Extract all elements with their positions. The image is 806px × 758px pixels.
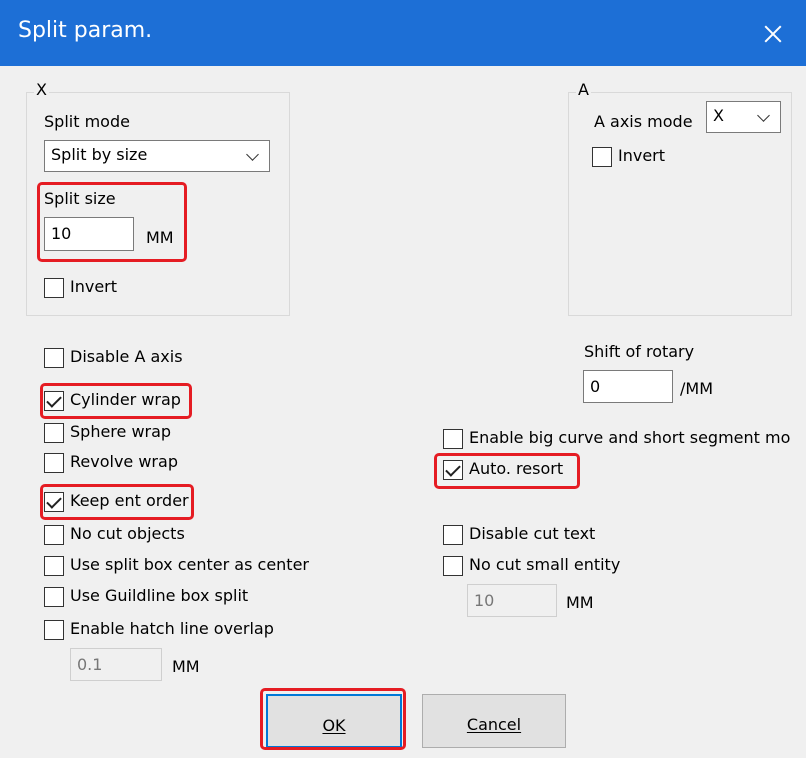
hatch-overlap-unit: MM [172,657,200,676]
checkbox-box [44,348,64,368]
checkbox-label: Use split box center as center [70,555,309,574]
shift-rotary-unit: /MM [680,379,713,398]
split-size-label: Split size [44,189,116,208]
checkbox-box [44,391,64,411]
checkbox-box [44,587,64,607]
split-mode-select[interactable]: Split by size [44,140,270,172]
cancel-button[interactable]: Cancel [422,694,566,748]
checkbox-label: Keep ent order [70,491,189,510]
checkbox-label: Auto. resort [469,459,564,478]
split-param-dialog: Split param. X Split mode Split by size … [0,0,806,758]
small-entity-unit: MM [566,593,594,612]
checkbox-label: Enable big curve and short segment mo [469,428,791,447]
chevron-down-icon [757,109,770,122]
hatch-overlap-input[interactable]: 0.1 [70,648,162,681]
checkbox-label: No cut small entity [469,555,621,574]
a-axis-mode-value: X [713,106,724,125]
checkbox-box [44,620,64,640]
checkbox-box [44,556,64,576]
checkbox-label: No cut objects [70,524,185,543]
shift-rotary-label: Shift of rotary [584,342,695,361]
checkbox-label: Disable cut text [469,524,596,543]
close-icon[interactable] [740,0,806,66]
shift-rotary-input[interactable]: 0 [583,370,673,403]
checkbox-box [443,460,463,480]
a-axis-mode-select[interactable]: X [706,101,781,133]
split-size-input[interactable]: 10 [44,217,134,251]
checkbox-label: Cylinder wrap [70,390,181,409]
checkbox-box [44,492,64,512]
split-size-unit: MM [146,228,174,247]
checkbox-label: Invert [70,277,118,296]
split-mode-label: Split mode [44,112,130,131]
checkbox-box [44,525,64,545]
checkbox-label: Invert [618,146,666,165]
x-group-title: X [34,80,49,99]
checkbox-box [592,147,612,167]
checkbox-box [443,556,463,576]
chevron-down-icon [246,148,259,161]
a-axis-mode-label: A axis mode [594,112,693,131]
title-bar: Split param. [0,0,806,66]
checkbox-label: Disable A axis [70,347,183,366]
checkbox-box [44,278,64,298]
split-mode-value: Split by size [51,145,148,164]
checkbox-box [44,423,64,443]
ok-button[interactable]: OK [266,694,402,748]
ok-button-label: OK [322,716,346,735]
checkbox-label: Sphere wrap [70,422,172,441]
dialog-title: Split param. [18,18,153,43]
checkbox-box [443,429,463,449]
checkbox-box [44,453,64,473]
checkbox-box [443,525,463,545]
checkbox-label: Revolve wrap [70,452,178,471]
a-group-title: A [576,80,591,99]
small-entity-input[interactable]: 10 [467,584,557,617]
checkbox-label: Use Guildline box split [70,586,249,605]
cancel-button-label: Cancel [466,715,522,734]
checkbox-label: Enable hatch line overlap [70,619,274,638]
